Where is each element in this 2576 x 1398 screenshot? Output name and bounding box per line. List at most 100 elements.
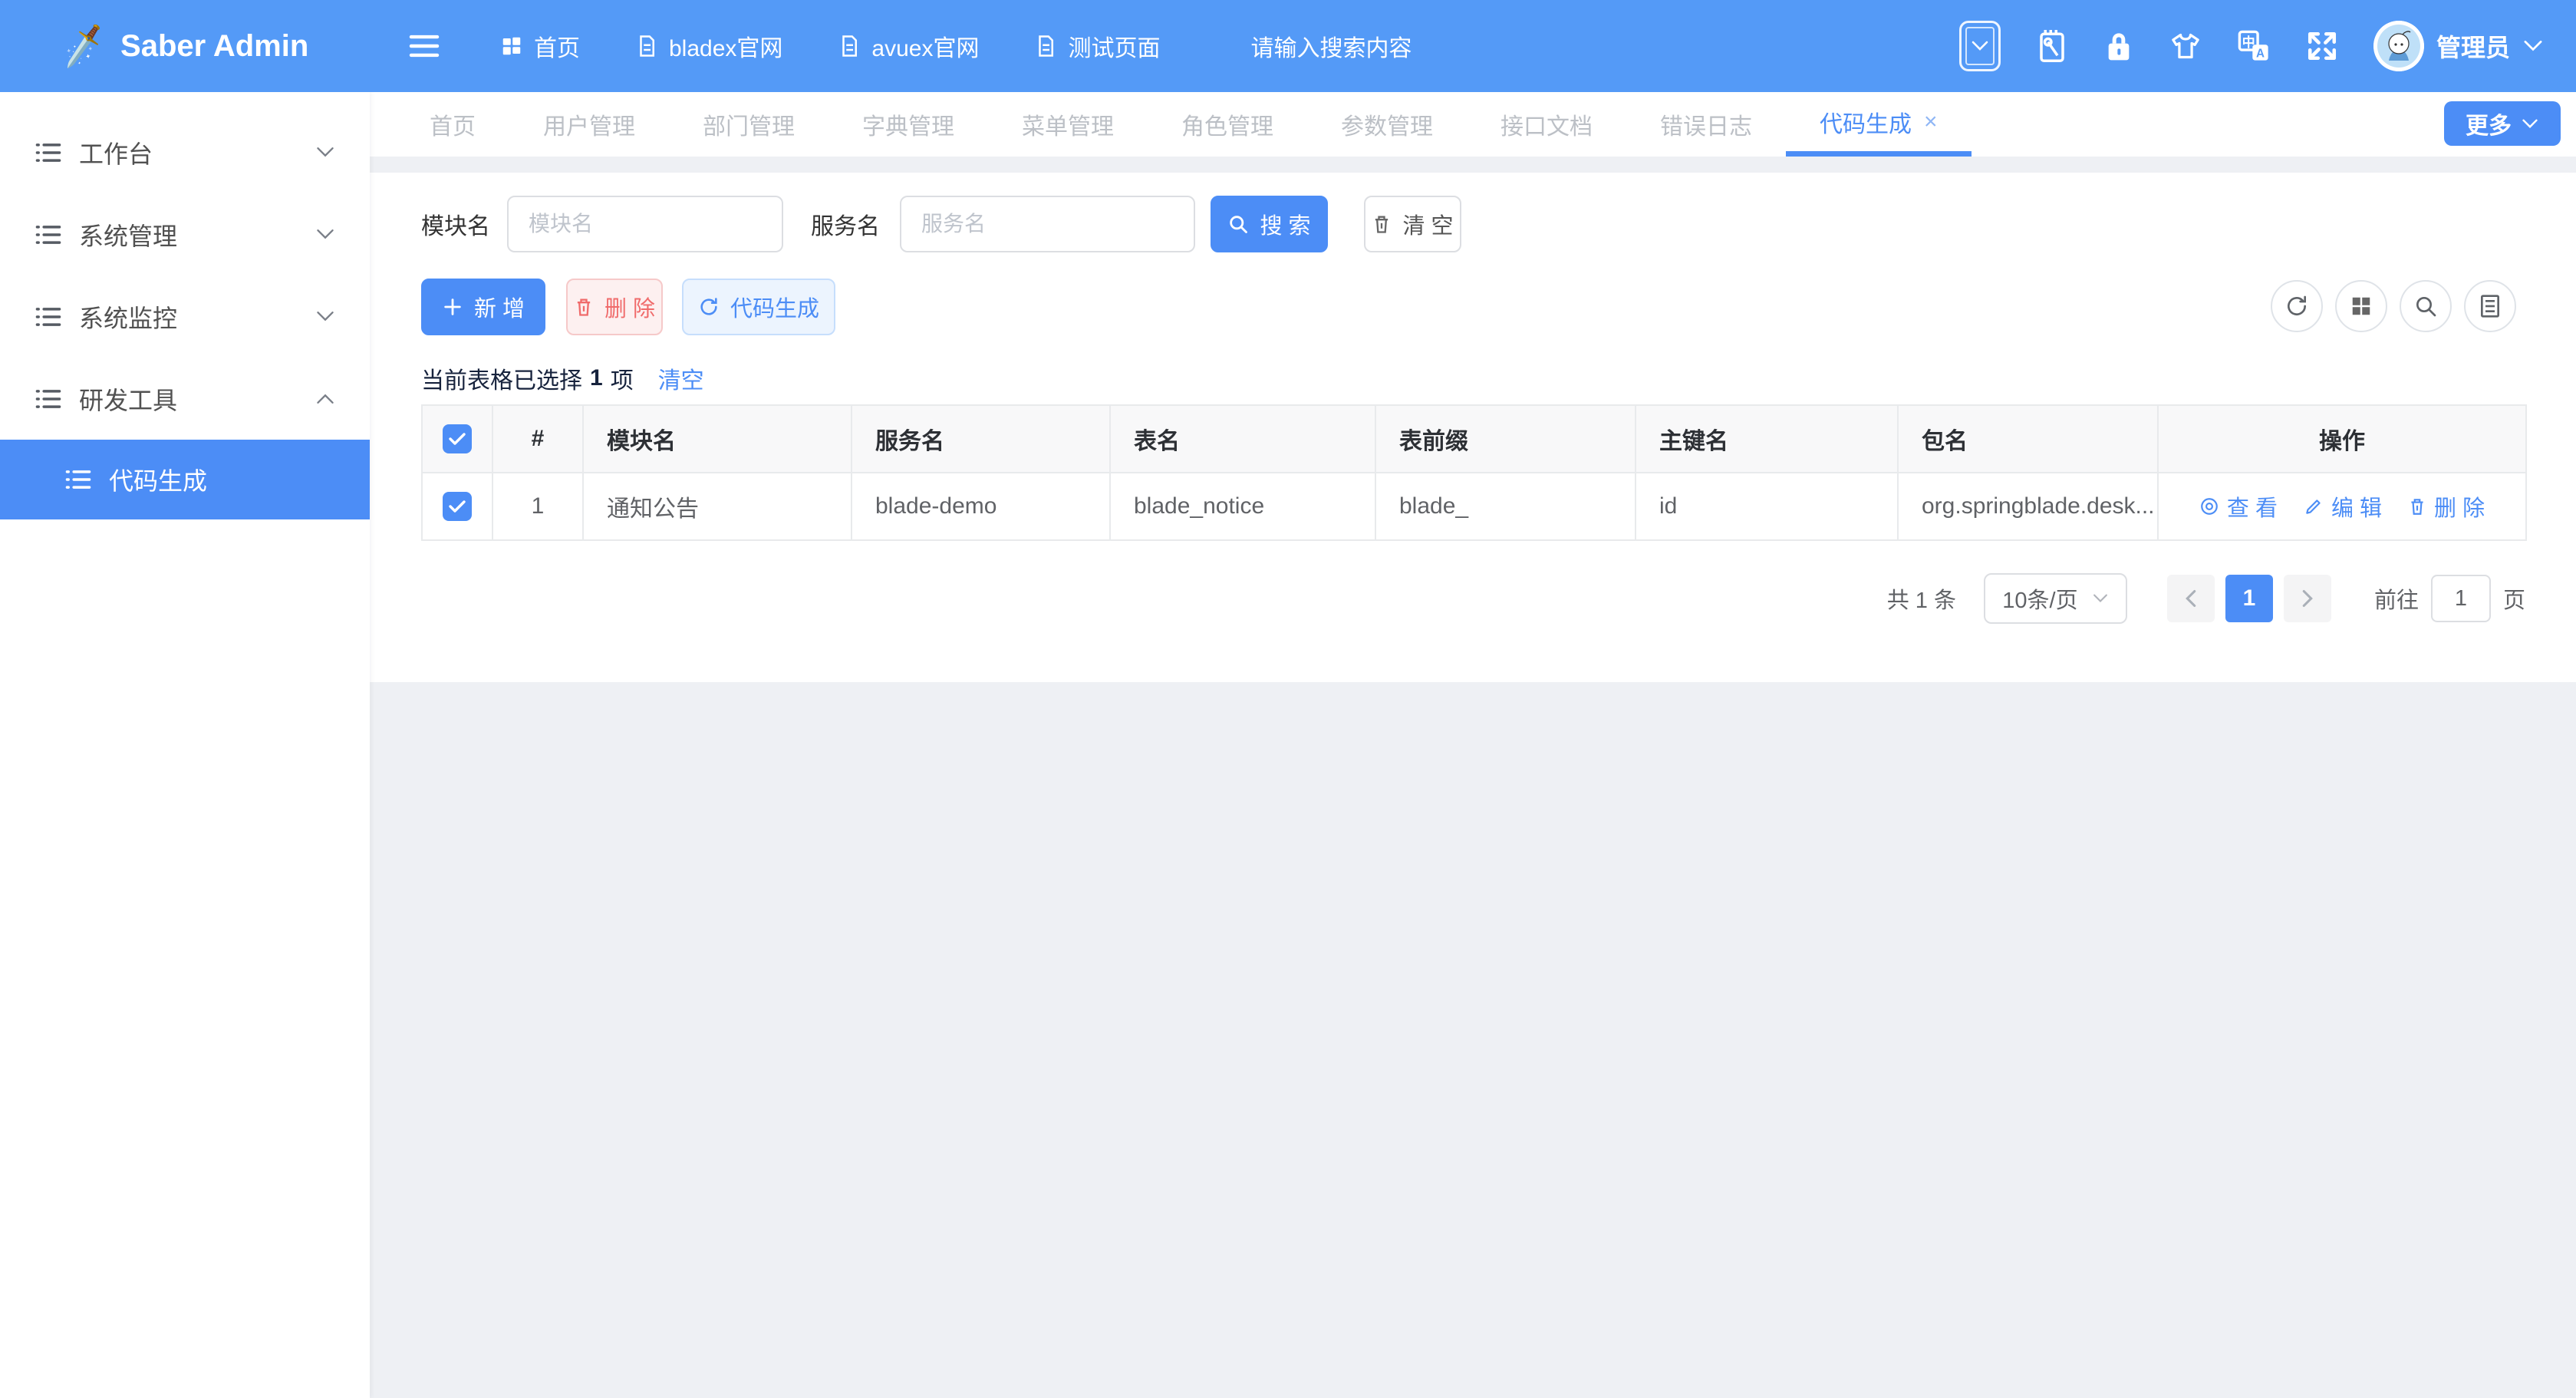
delete-button-label: 删 除: [604, 291, 655, 323]
prev-page-button[interactable]: [2167, 575, 2215, 622]
user-name: 管理员: [2436, 28, 2510, 64]
chevron-down-icon: [315, 310, 335, 323]
top-menu-home[interactable]: 首页: [500, 29, 580, 63]
codegen-button[interactable]: 代码生成: [682, 279, 835, 335]
fullscreen-icon[interactable]: [2306, 30, 2338, 62]
content-card: 模块名 服务名 搜 索 清 空 新 增 删 除: [370, 173, 2576, 682]
module-name-input[interactable]: [507, 196, 783, 252]
next-page-button[interactable]: [2284, 575, 2331, 622]
theme-shirt-icon[interactable]: [2169, 31, 2202, 61]
tab-home[interactable]: 首页: [396, 92, 509, 157]
global-search-input[interactable]: 请输入搜索内容: [1250, 29, 1412, 63]
column-header-index[interactable]: #: [492, 405, 583, 473]
sidebar-item-label: 系统监控: [79, 299, 177, 335]
add-button[interactable]: 新 增: [421, 279, 545, 335]
column-header-module[interactable]: 模块名: [583, 405, 852, 473]
search-toggle-button[interactable]: [2400, 280, 2452, 332]
user-menu[interactable]: 管理员: [2373, 21, 2544, 71]
pencil-icon: [2304, 496, 2324, 516]
column-settings-button[interactable]: [2335, 280, 2387, 332]
tab-menu-mgmt[interactable]: 菜单管理: [988, 92, 1148, 157]
row-edit-link[interactable]: 编 辑: [2304, 490, 2382, 523]
grid-icon: [500, 35, 523, 58]
tab-api-doc[interactable]: 接口文档: [1467, 92, 1626, 157]
goto-label: 前往: [2374, 582, 2419, 615]
row-view-link[interactable]: 查 看: [2199, 490, 2278, 523]
menu-list-icon: [35, 305, 62, 329]
column-header-package[interactable]: 包名: [1898, 405, 2158, 473]
top-panel-toggle-button[interactable]: [1959, 21, 2001, 71]
header-checkbox-cell: [422, 405, 492, 473]
chevron-down-icon: [2092, 593, 2109, 604]
sidebar-item-codegen-active[interactable]: 代码生成: [0, 440, 370, 519]
search-icon: [2413, 294, 2438, 318]
service-name-label: 服务名: [811, 207, 880, 241]
sidebar-item-system-monitor[interactable]: 系统监控: [0, 275, 370, 358]
app-logo[interactable]: 🗡️ Saber Admin: [0, 0, 370, 92]
menu-list-icon: [35, 140, 62, 165]
sidebar-item-label: 代码生成: [109, 462, 207, 497]
search-button[interactable]: 搜 索: [1211, 196, 1328, 252]
tab-error-log[interactable]: 错误日志: [1626, 92, 1786, 157]
top-menu-bladex[interactable]: bladex官网: [635, 29, 782, 63]
row-delete-link[interactable]: 删 除: [2408, 490, 2485, 523]
table-row: 1 通知公告 blade-demo blade_notice blade_ id…: [422, 473, 2526, 540]
chevron-right-icon: [2301, 589, 2314, 608]
trash-icon: [2408, 496, 2426, 516]
tab-label: 首页: [430, 107, 476, 141]
clear-button[interactable]: 清 空: [1364, 196, 1461, 252]
row-checkbox[interactable]: [443, 492, 472, 521]
menu-doc-button[interactable]: [2464, 280, 2516, 332]
top-menu-avuex[interactable]: avuex官网: [838, 29, 979, 63]
document-icon: [635, 35, 658, 58]
tab-param-mgmt[interactable]: 参数管理: [1307, 92, 1467, 157]
sidebar-item-system-mgmt[interactable]: 系统管理: [0, 193, 370, 275]
tab-dept-mgmt[interactable]: 部门管理: [669, 92, 828, 157]
search-icon: [1227, 213, 1249, 235]
pagination: 共 1 条 10条/页 1 前往 页: [1887, 573, 2525, 624]
tab-dict-mgmt[interactable]: 字典管理: [828, 92, 988, 157]
sidebar-item-dev-tools[interactable]: 研发工具: [0, 358, 370, 440]
top-menu-testpage[interactable]: 测试页面: [1034, 29, 1160, 63]
column-header-prefix[interactable]: 表前缀: [1375, 405, 1636, 473]
grid-toolbar: [2271, 280, 2516, 332]
plus-icon: [442, 296, 463, 318]
document-lines-icon: [2479, 294, 2502, 318]
service-name-input[interactable]: [900, 196, 1195, 252]
page-number-1[interactable]: 1: [2225, 575, 2273, 622]
tab-role-mgmt[interactable]: 角色管理: [1148, 92, 1307, 157]
column-header-pk[interactable]: 主键名: [1636, 405, 1898, 473]
row-edit-label: 编 辑: [2331, 490, 2382, 523]
refresh-button[interactable]: [2271, 280, 2323, 332]
tab-user-mgmt[interactable]: 用户管理: [509, 92, 669, 157]
page-size-select[interactable]: 10条/页: [1984, 573, 2127, 624]
debug-tools-icon[interactable]: [2036, 28, 2068, 64]
avatar: [2373, 21, 2424, 71]
delete-button[interactable]: 删 除: [566, 279, 663, 335]
goto-page-input[interactable]: [2431, 575, 2491, 622]
tab-codegen-active[interactable]: 代码生成 ×: [1786, 92, 1972, 157]
cell-service: blade-demo: [852, 473, 1110, 540]
select-all-checkbox[interactable]: [443, 424, 472, 453]
top-menu: 首页 bladex官网 avuex官网 测试页: [500, 29, 1160, 63]
tab-label: 参数管理: [1341, 107, 1433, 141]
translate-icon[interactable]: 中 A: [2237, 29, 2271, 63]
close-icon[interactable]: ×: [1924, 110, 1938, 134]
add-button-label: 新 增: [474, 291, 525, 323]
more-label: 更多: [2466, 107, 2512, 140]
menu-list-icon: [35, 223, 62, 247]
tab-label: 菜单管理: [1022, 107, 1114, 141]
tabs-more-button[interactable]: 更多: [2444, 101, 2561, 146]
sidebar-item-workbench[interactable]: 工作台: [0, 111, 370, 193]
chevron-down-icon: [315, 146, 335, 159]
lock-icon[interactable]: [2103, 29, 2134, 63]
selection-clear-link[interactable]: 清空: [658, 361, 704, 395]
sidebar-collapse-icon[interactable]: [408, 33, 440, 59]
sidebar-item-label: 系统管理: [79, 217, 177, 252]
table-actions: 新 增 删 除 代码生成: [421, 279, 835, 335]
column-header-table[interactable]: 表名: [1110, 405, 1375, 473]
page-size-value: 10条/页: [2002, 582, 2077, 615]
row-delete-label: 删 除: [2434, 490, 2485, 523]
column-header-service[interactable]: 服务名: [852, 405, 1110, 473]
selection-text: 当前表格已选择: [421, 361, 582, 395]
